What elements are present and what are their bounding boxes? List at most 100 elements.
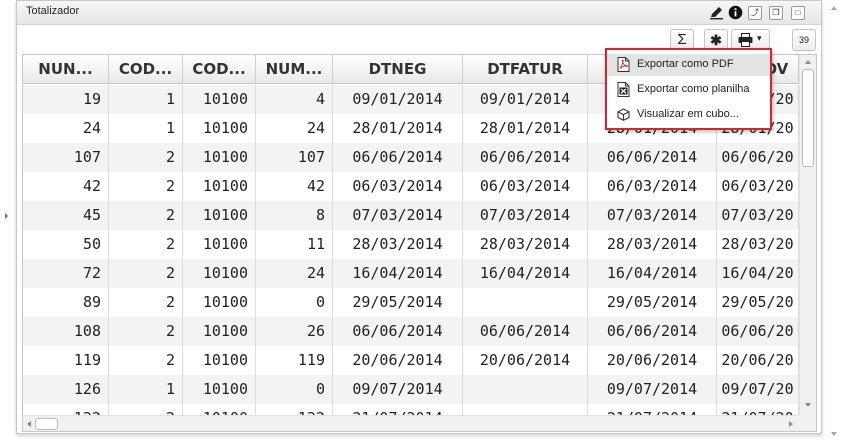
table-cell: 07/03/20 [717,201,799,230]
table-cell: 10100 [183,288,256,317]
column-header[interactable]: NUM... [256,55,333,84]
table-cell: 108 [23,317,109,346]
table-cell: 07/03/2014 [333,201,463,230]
table-cell: 8 [256,201,333,230]
export-spreadsheet-label: Exportar como planilha [637,83,750,95]
column-header[interactable]: DTFATUR [463,55,588,84]
page-scrollbar[interactable] [826,0,843,444]
column-header[interactable]: COD... [183,55,256,84]
table-cell: 21/07/20 [717,404,799,415]
expand-side-panel-icon[interactable] [5,213,8,219]
column-header[interactable]: COD... [109,55,183,84]
table-row[interactable]: 50 2 10100 11 28/03/2014 28/03/2014 28/03/2014… [23,230,799,259]
table-cell: 06/06/2014 [588,317,717,346]
table-cell: 16/04/20 [717,259,799,288]
table-cell: 2 [109,143,183,172]
view-cube-label: Visualizar em cubo... [637,108,739,120]
table-cell: 20/06/2014 [463,346,588,375]
scroll-right-icon[interactable] [789,421,793,427]
table-cell: 09/07/2014 [333,375,463,404]
refresh-icon[interactable]: ⤴ [748,6,762,20]
table-cell: 16/04/2014 [588,259,717,288]
table-cell: 06/03/2014 [588,172,717,201]
table-cell: 16/04/2014 [333,259,463,288]
column-header[interactable]: NUN... [23,55,109,84]
table-cell: 10100 [183,375,256,404]
page-scroll-up-icon[interactable] [831,6,837,10]
table-row[interactable]: 72 2 10100 24 16/04/2014 16/04/2014 16/04/2014… [23,259,799,288]
table-row[interactable]: 42 2 10100 42 06/03/2014 06/03/2014 06/03/2014… [23,172,799,201]
table-cell [463,288,588,317]
table-cell: 2 [109,201,183,230]
export-dropdown-menu: Exportar como PDF Exportar como planilha… [605,48,772,130]
side-panel-strip [0,0,16,444]
table-cell: 72 [23,259,109,288]
table-cell [463,375,588,404]
page-scroll-down-icon[interactable] [831,432,837,436]
table-cell: 16/04/2014 [463,259,588,288]
table-cell: 10100 [183,346,256,375]
grid-horizontal-scrollbar[interactable] [23,415,799,431]
scroll-up-icon[interactable] [805,60,811,64]
table-cell: 10100 [183,143,256,172]
table-cell: 06/03/20 [717,172,799,201]
table-cell: 10100 [183,404,256,415]
table-cell: 10100 [183,230,256,259]
table-row[interactable]: 13221010013221/07/201421/07/201421/07/20 [23,404,799,415]
table-cell: 07/03/2014 [588,201,717,230]
panel-header: Totalizador ⤴ ❒ □ [17,1,821,25]
table-row[interactable]: 119 2 10100 119 20/06/2014 20/06/2014 20/06/20… [23,346,799,375]
table-cell: 42 [256,172,333,201]
table-cell: 24 [256,114,333,143]
table-cell: 2 [109,404,183,415]
table-cell: 2 [109,230,183,259]
record-count-button[interactable]: 39 [792,29,816,51]
table-row[interactable]: 89 2 10100 0 29/05/2014 29/05/2014 29/05/20 [23,288,799,317]
table-cell: 20/06/2014 [333,346,463,375]
table-cell: 28/03/2014 [333,230,463,259]
table-cell: 29/05/20 [717,288,799,317]
table-row[interactable]: 126 1 10100 0 09/07/2014 09/07/2014 09/07/20 [23,375,799,404]
table-cell: 1 [109,85,183,114]
table-cell: 107 [23,143,109,172]
column-header[interactable]: DTNEG [333,55,463,84]
table-cell: 2 [109,317,183,346]
scroll-down-icon[interactable] [805,403,811,407]
table-cell: 126 [23,375,109,404]
maximize-icon[interactable]: □ [791,6,805,20]
table-cell: 09/01/2014 [333,85,463,114]
table-cell: 24 [256,259,333,288]
view-cube-item[interactable]: Visualizar em cubo... [607,104,770,126]
table-cell: 50 [23,230,109,259]
pdf-icon [617,57,630,72]
export-spreadsheet-item[interactable]: Exportar como planilha [607,79,770,101]
scroll-left-icon[interactable] [27,421,31,427]
table-cell: 10100 [183,201,256,230]
table-cell: 29/05/2014 [588,288,717,317]
table-cell: 42 [23,172,109,201]
table-row[interactable]: 108 2 10100 26 06/06/2014 06/06/2014 06/06/201… [23,317,799,346]
restore-icon[interactable]: ❒ [769,6,783,20]
table-cell: 10100 [183,317,256,346]
table-cell: 09/01/2014 [463,85,588,114]
pencil-icon[interactable] [709,5,724,20]
grid-body: 19110100409/01/201409/01/201409/01/20140… [23,85,799,415]
table-cell: 06/06/2014 [333,317,463,346]
excel-icon [617,82,630,97]
table-cell: 28/01/2014 [333,114,463,143]
table-row[interactable]: 45 2 10100 8 07/03/2014 07/03/2014 07/03/2014 0… [23,201,799,230]
grid-vertical-scrollbar[interactable] [799,55,816,415]
table-cell: 06/06/20 [717,143,799,172]
table-cell [463,404,588,415]
vertical-scroll-thumb[interactable] [802,69,814,167]
table-cell: 09/07/20 [717,375,799,404]
table-cell: 119 [23,346,109,375]
table-cell: 4 [256,85,333,114]
print-dropdown-caret-icon: ▾ [757,33,762,43]
table-cell: 21/07/2014 [333,404,463,415]
horizontal-scroll-thumb[interactable] [35,418,58,430]
export-pdf-item[interactable]: Exportar como PDF [607,54,770,76]
table-row[interactable]: 107 2 10100 107 06/06/2014 06/06/2014 06/06/20… [23,143,799,172]
table-cell: 07/03/2014 [463,201,588,230]
info-icon[interactable] [728,5,743,20]
